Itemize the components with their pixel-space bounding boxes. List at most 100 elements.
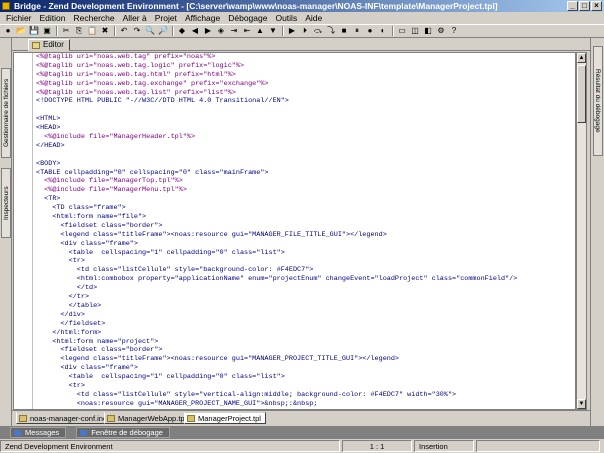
go-down-icon[interactable]: ▼	[267, 25, 279, 37]
tab-file-manager[interactable]: Gestionnaire de fichiers	[1, 68, 11, 158]
code-line[interactable]: 32 </html:form>	[36, 329, 575, 338]
code-line[interactable]: 31 </fieldset>	[36, 320, 575, 329]
code-line[interactable]: 8<HTML>	[36, 115, 575, 124]
menu-aller-a[interactable]: Aller à	[119, 12, 151, 24]
code-line[interactable]: 27 </td>	[36, 284, 575, 293]
bookmark-icon[interactable]: ◆	[176, 25, 188, 37]
code-line[interactable]: 23 <table cellspacing="1" cellpadding="0…	[36, 249, 575, 258]
code-area[interactable]: 1<%@taglib uri="noas.web.tag" prefix="no…	[34, 53, 575, 409]
window-icon[interactable]: ▭	[396, 25, 408, 37]
breakpoint-icon[interactable]: ●	[364, 25, 376, 37]
tab-inspectors[interactable]: Inspecteurs	[1, 168, 11, 238]
stop-icon[interactable]: ■	[338, 25, 350, 37]
code-line[interactable]: 36 <div class="frame">	[36, 364, 575, 373]
copy-icon[interactable]: ⎘	[73, 25, 85, 37]
next-bookmark-icon[interactable]: ▶	[202, 25, 214, 37]
code-line[interactable]: 21 <legend class="titleFrame"><noas:reso…	[36, 231, 575, 240]
code-line[interactable]: 20 <fieldset class="border">	[36, 222, 575, 231]
menu-recherche[interactable]: Recherche	[70, 12, 119, 24]
code-line[interactable]: 10 <%@include file="ManagerHeader.tpl"%>	[36, 133, 575, 142]
menu-aide[interactable]: Aide	[301, 12, 326, 24]
maximize-button[interactable]: □	[579, 1, 590, 11]
scroll-up-arrow-icon[interactable]: ▲	[577, 53, 586, 63]
menu-affichage[interactable]: Affichage	[181, 12, 224, 24]
profile-icon[interactable]: ◐	[377, 25, 389, 37]
code-line[interactable]: 29 </table>	[36, 302, 575, 311]
tab-messages[interactable]: Messages	[10, 427, 67, 438]
save-all-icon[interactable]: ▣	[41, 25, 53, 37]
code-line[interactable]: 15 <%@include file="ManagerTop.tpl"%>	[36, 177, 575, 186]
step-icon[interactable]: ⤼	[312, 25, 324, 37]
help-icon[interactable]: ?	[448, 25, 460, 37]
code-line[interactable]: 28 </tr>	[36, 293, 575, 302]
paste-icon[interactable]: 📋	[86, 25, 98, 37]
redo-icon[interactable]: ↷	[131, 25, 143, 37]
outdent-icon[interactable]: ⇤	[241, 25, 253, 37]
vertical-scrollbar[interactable]: ▲ ▼	[576, 52, 587, 410]
code-line[interactable]: 35 <legend class="titleFrame"><noas:reso…	[36, 355, 575, 364]
code-line[interactable]: 18 <TD class="frame">	[36, 204, 575, 213]
code-line[interactable]: 4<%@taglib uri="noas.web.tag.exchange" p…	[36, 80, 575, 89]
menu-outils[interactable]: Outils	[271, 12, 301, 24]
code-line[interactable]: 33 <html:form name="project">	[36, 338, 575, 347]
code-line[interactable]: 3<%@taglib uri="noas.web.tag.html" prefi…	[36, 71, 575, 80]
save-icon[interactable]: 💾	[28, 25, 40, 37]
code-line[interactable]: 12	[36, 151, 575, 160]
pause-icon[interactable]: ⏸	[351, 25, 363, 37]
code-line[interactable]: 16 <%@include file="ManagerMenu.tpl"%>	[36, 186, 575, 195]
code-line[interactable]: 39 <td class="listCellule" style="vertic…	[36, 391, 575, 400]
find-icon[interactable]: 🔍	[144, 25, 156, 37]
code-line[interactable]: 40 <noas:resource gui="MANAGER_PROJECT_N…	[36, 400, 575, 409]
menu-fichier[interactable]: Fichier	[2, 12, 36, 24]
file-tab-noas-manager-conf[interactable]: noas-manager-conf.inc	[16, 412, 112, 424]
indent-icon[interactable]: ⇥	[228, 25, 240, 37]
tab-editor[interactable]: Editor	[28, 39, 70, 51]
undo-icon[interactable]: ↶	[118, 25, 130, 37]
code-line[interactable]: 14<TABLE cellpadding="0" cellspacing="0"…	[36, 169, 575, 178]
code-line[interactable]: 13<BODY>	[36, 160, 575, 169]
code-line[interactable]: 38 <tr>	[36, 382, 575, 391]
cut-icon[interactable]: ✂	[60, 25, 72, 37]
new-file-icon[interactable]: ●	[2, 25, 14, 37]
prev-bookmark-icon[interactable]: ◀	[189, 25, 201, 37]
code-line[interactable]: 7	[36, 106, 575, 115]
code-line[interactable]: 6<!DOCTYPE HTML PUBLIC "-//W3C//DTD HTML…	[36, 97, 575, 106]
delete-icon[interactable]: ✖	[99, 25, 111, 37]
tile-icon[interactable]: ◧	[422, 25, 434, 37]
code-line[interactable]: 1<%@taglib uri="noas.web.tag" prefix="no…	[36, 53, 575, 62]
tab-debug-output[interactable]: Résultat du débogage	[593, 46, 603, 156]
menu-edition[interactable]: Edition	[36, 12, 70, 24]
go-up-icon[interactable]: ▲	[254, 25, 266, 37]
code-line[interactable]: 2<%@taglib uri="noas.web.tag.logic" pref…	[36, 62, 575, 71]
code-line[interactable]: 34 <fieldset class="border">	[36, 346, 575, 355]
tool-icon[interactable]: ⚙	[435, 25, 447, 37]
code-line[interactable]: 11</HEAD>	[36, 142, 575, 151]
minimize-button[interactable]: _	[567, 1, 578, 11]
code-line[interactable]: 19 <html:form name="file">	[36, 213, 575, 222]
code-editor[interactable]: 1<%@taglib uri="noas.web.tag" prefix="no…	[13, 52, 576, 410]
find-next-icon[interactable]: 🔎	[157, 25, 169, 37]
toggle-bookmark-icon[interactable]: ◈	[215, 25, 227, 37]
code-line[interactable]: 17 <TR>	[36, 195, 575, 204]
menu-projet[interactable]: Projet	[151, 12, 181, 24]
code-line[interactable]: 24 <tr>	[36, 257, 575, 266]
code-line[interactable]: 9<HEAD>	[36, 124, 575, 133]
debug-icon[interactable]: ⏵	[299, 25, 311, 37]
file-tab-manager-project[interactable]: ManagerProject.tpl	[184, 412, 266, 424]
code-line[interactable]: 5<%@taglib uri="noas.web.tag.list" prefi…	[36, 89, 575, 98]
step-into-icon[interactable]: ⤵	[325, 25, 337, 37]
code-line[interactable]: 26 <html:combobox property="applicationN…	[36, 275, 575, 284]
code-line[interactable]: 25 <td class="listCellule" style="backgr…	[36, 266, 575, 275]
run-icon[interactable]: ▶	[286, 25, 298, 37]
open-icon[interactable]: 📂	[15, 25, 27, 37]
close-button[interactable]: ×	[591, 1, 602, 11]
cascade-icon[interactable]: ◫	[409, 25, 421, 37]
file-tab-manager-webapp[interactable]: ManagerWebApp.tpl	[104, 412, 192, 424]
scroll-down-arrow-icon[interactable]: ▼	[577, 399, 586, 409]
code-line[interactable]: 22 <div class="frame">	[36, 240, 575, 249]
scroll-thumb[interactable]	[577, 65, 586, 123]
code-line[interactable]: 30 </div>	[36, 311, 575, 320]
code-line[interactable]: 37 <table cellspacing="1" cellpadding="0…	[36, 373, 575, 382]
tab-debug-window[interactable]: Fenêtre de débogage	[76, 427, 170, 438]
menu-debogage[interactable]: Débogage	[224, 12, 271, 24]
